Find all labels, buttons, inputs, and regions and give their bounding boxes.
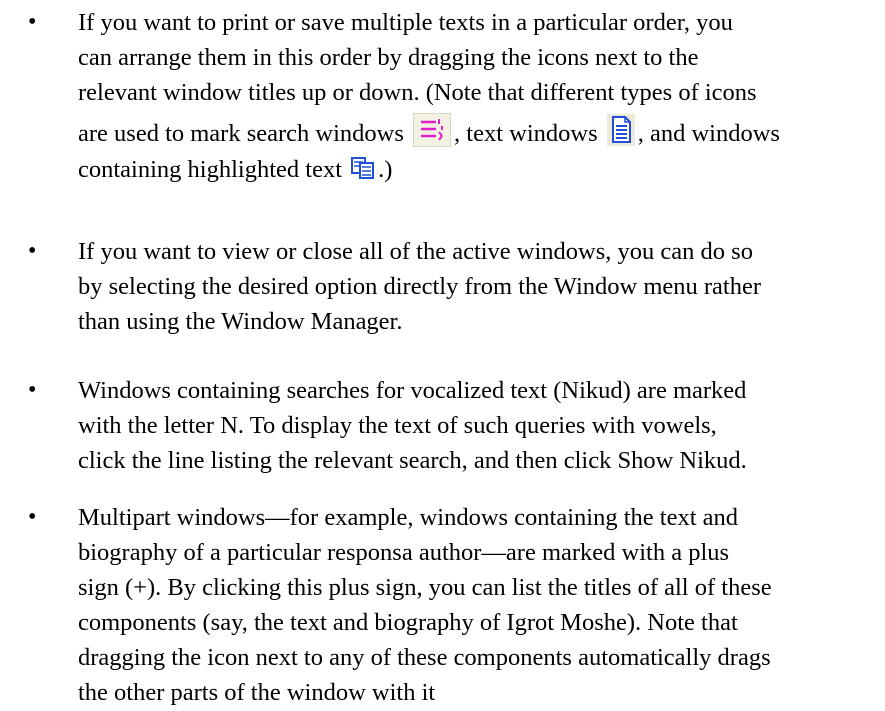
bullet-point: • (28, 504, 37, 530)
text-line: than using the Window Manager. (78, 308, 403, 335)
text-line: If you want to view or close all of the … (78, 238, 753, 265)
text-line: dragging the icon next to any of these c… (78, 644, 771, 671)
paragraph: If you want to view or close all of the … (78, 234, 868, 339)
text-line: the other parts of the window with it (78, 679, 436, 706)
text-line: are used to mark search windows , text w… (78, 110, 868, 152)
text-fragment: .) (378, 156, 393, 183)
text-line: biography of a particular responsa autho… (78, 539, 730, 566)
paragraph: Multipart windows—for example, windows c… (78, 500, 868, 710)
bullet-point: • (28, 9, 37, 35)
text-line: Windows containing searches for vocalize… (78, 377, 747, 404)
text-line: click the line listing the relevant sear… (78, 447, 747, 474)
text-fragment: are used to mark search windows (78, 120, 404, 147)
bullet-point: • (28, 238, 37, 264)
text-line: components (say, the text and biography … (78, 609, 738, 636)
paragraph: Windows containing searches for vocalize… (78, 373, 868, 478)
paragraph: If you want to print or save multiple te… (78, 5, 868, 187)
text-window-icon (606, 114, 635, 146)
text-line: with the letter N. To display the text o… (78, 412, 717, 439)
text-line: relevant window titles up or down. (Note… (78, 79, 757, 106)
text-fragment: , and windows (637, 120, 780, 147)
text-line: If you want to print or save multiple te… (78, 9, 733, 36)
highlighted-text-window-icon (351, 157, 375, 179)
text-line: can arrange them in this order by draggi… (78, 44, 699, 71)
text-line: Multipart windows—for example, windows c… (78, 504, 739, 531)
text-fragment: containing highlighted text (78, 156, 343, 183)
text-line: by selecting the desired option directly… (78, 273, 762, 300)
text-line: containing highlighted text .) (78, 152, 868, 187)
search-window-icon (413, 113, 452, 147)
text-fragment: , text windows (454, 120, 598, 147)
text-line: sign (+). By clicking this plus sign, yo… (78, 574, 772, 601)
bullet-point: • (28, 377, 37, 403)
